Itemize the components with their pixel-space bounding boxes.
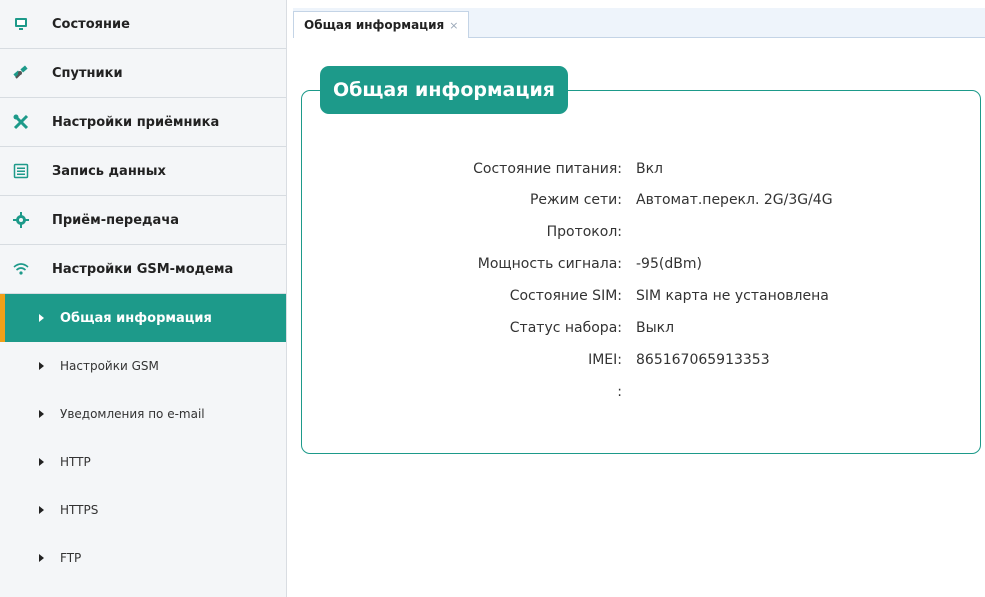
submenu-item-label: HTTP [60,455,91,469]
menu-item-label: Настройки GSM-модема [52,261,234,277]
menu-item-status[interactable]: Состояние [0,0,286,49]
menu-item-label: Спутники [52,65,123,81]
wifi-icon [10,258,32,280]
menu-item-label: Настройки приёмника [52,114,220,130]
submenu-item-general-info[interactable]: Общая информация [0,294,286,342]
menu-item-label: Приём-передача [52,212,180,228]
info-row: Протокол: [300,224,980,244]
info-value: Выкл [636,320,675,336]
caret-right-icon [39,314,44,322]
sidebar: Состояние Спутники Настройки приёмника З… [0,0,287,597]
panel-title: Общая информация [320,66,568,114]
info-key: Режим сети: [529,192,622,208]
info-key: Состояние питания: [473,161,622,177]
submenu-item-label: HTTPS [60,503,99,517]
info-value: 865167065913353 [636,352,770,368]
menu-item-receiver-settings[interactable]: Настройки приёмника [0,98,286,147]
submenu-item-http[interactable]: HTTP [0,438,286,486]
submenu-item-https[interactable]: HTTPS [0,486,286,534]
submenu-item-label: Настройки GSM [60,359,159,373]
tab-bar: Общая информация × [293,8,985,38]
info-value: SIM карта не установлена [636,288,829,304]
info-key: Статус набора: [509,320,622,336]
caret-right-icon [39,362,44,370]
menu-item-label: Состояние [52,16,130,32]
menu-item-satellites[interactable]: Спутники [0,49,286,98]
submenu-item-gsm-settings[interactable]: Настройки GSM [0,342,286,390]
tab-label: Общая информация [304,18,445,32]
submenu-item-ftp[interactable]: FTP [0,534,286,582]
caret-right-icon [39,458,44,466]
submenu-item-label: Уведомления по e-mail [60,407,205,421]
info-row: : [300,384,980,404]
caret-right-icon [39,506,44,514]
submenu-item-label: Общая информация [60,310,212,326]
info-row: Статус набора: Выкл [300,320,980,340]
menu-item-gsm-modem[interactable]: Настройки GSM-модема [0,245,286,294]
caret-right-icon [39,410,44,418]
menu-item-io[interactable]: Приём-передача [0,196,286,245]
gear-icon [10,209,32,231]
tools-icon [10,111,32,133]
close-icon[interactable]: × [449,19,458,32]
info-key: IMEI: [588,352,622,368]
info-key: Протокол: [546,224,622,240]
info-value: Вкл [636,161,664,177]
menu-item-data-logging[interactable]: Запись данных [0,147,286,196]
info-row: Состояние питания: Вкл [300,161,980,181]
submenu-item-label: FTP [60,551,82,565]
info-value: -95(dBm) [636,256,702,272]
info-key: Состояние SIM: [509,288,622,304]
satellite-icon [10,62,32,84]
menu-item-label: Запись данных [52,163,166,179]
info-row: Состояние SIM: SIM карта не установлена [300,288,980,308]
info-row: Режим сети: Автомат.перекл. 2G/3G/4G [300,192,980,212]
info-row: IMEI: 865167065913353 [300,352,980,372]
info-key: Мощность сигнала: [477,256,622,272]
info-key: : [617,384,622,400]
info-value: Автомат.перекл. 2G/3G/4G [636,192,833,208]
caret-right-icon [39,554,44,562]
list-icon [10,160,32,182]
tab-general-info[interactable]: Общая информация × [293,11,470,38]
info-row: Мощность сигнала: -95(dBm) [300,256,980,276]
submenu-item-email-notifications[interactable]: Уведомления по e-mail [0,390,286,438]
monitor-icon [10,13,32,35]
